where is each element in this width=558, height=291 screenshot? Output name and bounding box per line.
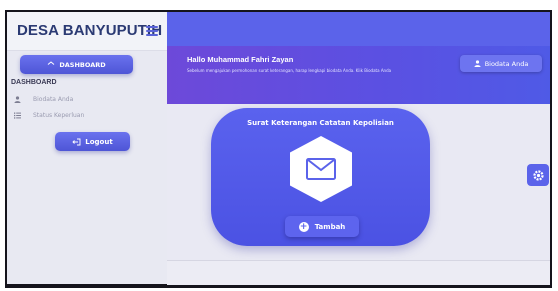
dashboard-button[interactable]: DASHBOARD — [20, 55, 133, 74]
top-navbar — [167, 12, 550, 46]
greeting-title: Hallo Muhammad Fahri Zayan — [187, 55, 294, 64]
plus-circle-icon: + — [298, 221, 309, 232]
service-card: Surat Keterangan Catatan Kepolisian + Ta… — [211, 108, 430, 246]
user-icon — [474, 60, 481, 67]
footer-strip — [167, 260, 550, 285]
settings-button[interactable] — [527, 164, 549, 186]
sidebar-item-biodata[interactable]: Biodata Anda — [13, 93, 153, 105]
hexagon-badge — [290, 136, 352, 202]
add-button-label: Tambah — [314, 222, 346, 231]
main-content: Surat Keterangan Catatan Kepolisian + Ta… — [167, 104, 550, 285]
section-label: DASHBOARD — [11, 79, 57, 86]
greeting-subtext: Sebelum mengajukan permohonan surat kete… — [187, 68, 392, 73]
list-icon — [13, 112, 21, 119]
card-title: Surat Keterangan Catatan Kepolisian — [247, 119, 394, 127]
hamburger-menu-icon[interactable] — [146, 26, 158, 36]
dashboard-button-label: DASHBOARD — [59, 60, 106, 69]
app-window: DESA BANYUPUTIH DASHBOARD DASHBOARD Biod… — [5, 10, 552, 288]
sidebar-item-status[interactable]: Status Keperluan — [13, 109, 153, 121]
biodata-button-label: Biodata Anda — [484, 59, 529, 68]
sidebar-item-label: Biodata Anda — [33, 95, 74, 103]
brand-title: DESA BANYUPUTIH — [17, 22, 163, 39]
add-button[interactable]: + Tambah — [285, 216, 359, 237]
logout-icon — [72, 138, 81, 145]
greeting-banner: Hallo Muhammad Fahri Zayan Sebelum menga… — [167, 46, 550, 104]
user-icon — [13, 95, 21, 103]
mail-icon — [306, 158, 336, 180]
gear-icon — [532, 169, 544, 181]
logout-button[interactable]: Logout — [55, 132, 130, 151]
home-icon — [48, 61, 55, 65]
brand-bar: DESA BANYUPUTIH — [7, 12, 167, 51]
sidebar-item-label: Status Keperluan — [33, 111, 85, 119]
logout-button-label: Logout — [85, 137, 113, 146]
sidebar: DESA BANYUPUTIH DASHBOARD DASHBOARD Biod… — [7, 12, 167, 284]
biodata-button[interactable]: Biodata Anda — [460, 55, 542, 72]
